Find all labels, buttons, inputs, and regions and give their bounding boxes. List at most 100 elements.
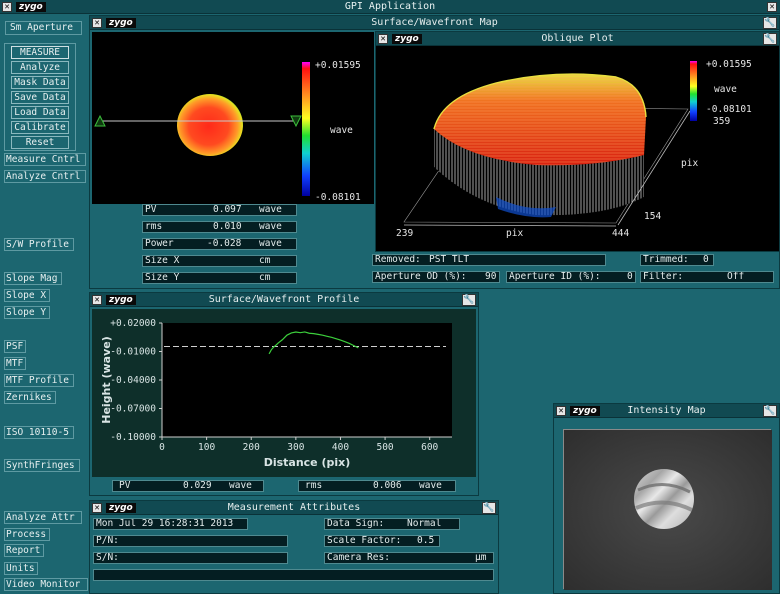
sidebar-item-mtf[interactable]: MTF: [4, 357, 26, 370]
oblique-close-icon[interactable]: ✕: [378, 34, 388, 44]
sidebar-item-sw-profile[interactable]: S/W Profile: [4, 238, 74, 251]
intensity-image[interactable]: [563, 429, 772, 590]
sidebar-item-synthfringes[interactable]: SynthFringes: [4, 459, 80, 472]
surface-map-scale-unit: wave: [330, 125, 353, 136]
aperture-id-field: Aperture ID (%): 0: [506, 271, 636, 283]
intensity-wrench-icon[interactable]: 🔧: [763, 405, 777, 417]
sidebar-item-slope-y[interactable]: Slope Y: [4, 306, 50, 319]
stat-rms-unit: wave: [259, 221, 282, 232]
filter-field: Filter: Off: [640, 271, 774, 283]
trimmed-label: Trimmed:: [643, 254, 689, 265]
oblique-y-axis-label: pix: [681, 158, 699, 169]
oblique-x-end-label: 444: [612, 228, 630, 239]
sidebar-item-measure-cntrl[interactable]: Measure Cntrl: [4, 153, 86, 166]
oblique-axis-x: [403, 224, 617, 227]
aperture-od-value: 90: [485, 271, 497, 282]
sidebar-item-psf[interactable]: PSF: [4, 340, 26, 353]
data-sign-field: Data Sign: Normal: [324, 518, 460, 530]
reset-button[interactable]: Reset: [11, 136, 69, 149]
surface-map-display[interactable]: +0.01595 wave -0.08101: [92, 32, 374, 204]
app-minimize-icon[interactable]: ✕: [767, 2, 777, 12]
app-close-icon[interactable]: ✕: [2, 2, 12, 12]
attributes-pn-field[interactable]: P/N:: [93, 535, 288, 547]
aperture-id-label: Aperture ID (%):: [509, 271, 601, 282]
oblique-y-top-label: 359: [713, 116, 731, 127]
stat-size-x-label: Size X: [145, 255, 180, 266]
stat-power-label: Power: [145, 238, 174, 249]
camera-res-field: Camera Res: µm: [324, 552, 494, 564]
intensity-title: Intensity Map: [627, 405, 706, 416]
attributes-close-icon[interactable]: ✕: [92, 503, 102, 513]
profile-panel: Surface/Wavefront Profile ✕ zygo 🔧 +0.02…: [89, 292, 479, 496]
surface-map-close-icon[interactable]: ✕: [92, 18, 102, 28]
profile-x-tick-label: 400: [332, 442, 349, 453]
scale-factor-field: Scale Factor: 0.5: [324, 535, 440, 547]
profile-pv-label: PV: [119, 480, 131, 491]
stat-size-y: Size Y cm: [142, 272, 297, 284]
surface-map-scale-max: +0.01595: [315, 60, 361, 71]
sidebar-item-mtf-profile[interactable]: MTF Profile: [4, 374, 74, 387]
sidebar-item-analyze-cntrl[interactable]: Analyze Cntrl: [4, 170, 86, 183]
stat-rms: rms 0.010 wave: [142, 221, 297, 233]
oblique-scale-max: +0.01595: [706, 59, 752, 70]
attributes-sn-field[interactable]: S/N:: [93, 552, 288, 564]
measure-button[interactable]: MEASURE: [11, 46, 69, 59]
profile-y-tick-label: -0.07000: [110, 404, 156, 415]
profile-close-icon[interactable]: ✕: [92, 295, 102, 305]
filter-label: Filter:: [643, 271, 684, 282]
surface-map-colorbar: [302, 62, 310, 196]
stat-pv-label: PV: [145, 204, 157, 215]
profile-title: Surface/Wavefront Profile: [208, 294, 360, 305]
removed-label: Removed:: [375, 254, 421, 265]
profile-rms-field: rms 0.006 wave: [298, 480, 456, 492]
profile-chart-area[interactable]: +0.02000 -0.01000 -0.04000 -0.07000 -0.10000…: [92, 309, 476, 477]
measure-group: MEASURE Analyze Mask Data Save Data Load…: [4, 43, 76, 151]
intensity-zygo-logo: zygo: [570, 406, 600, 416]
intensity-panel: Intensity Map ✕ zygo 🔧: [553, 403, 780, 594]
load-data-button[interactable]: Load Data: [11, 106, 69, 119]
data-sign-label: Data Sign:: [327, 518, 385, 529]
profile-x-tick-label: 0: [159, 442, 165, 453]
profile-x-tick-label: 600: [421, 442, 438, 453]
sidebar: Sm Aperture MEASURE Analyze Mask Data Sa…: [0, 15, 88, 594]
sidebar-item-report[interactable]: Report: [4, 544, 44, 557]
save-data-button[interactable]: Save Data: [11, 91, 69, 104]
surface-map-svg: [94, 62, 310, 196]
calibrate-button[interactable]: Calibrate: [11, 121, 69, 134]
sidebar-item-slope-mag[interactable]: Slope Mag: [4, 272, 62, 285]
sidebar-item-process[interactable]: Process: [4, 528, 50, 541]
camera-res-label: Camera Res:: [327, 552, 390, 563]
oblique-wrench-icon[interactable]: 🔧: [763, 33, 777, 45]
profile-x-tick-label: 100: [198, 442, 215, 453]
attributes-notes-field[interactable]: [93, 569, 494, 581]
removed-field: Removed: PST TLT: [372, 254, 606, 266]
profile-plot-background: [162, 323, 452, 437]
surface-map-wrench-icon[interactable]: 🔧: [763, 17, 777, 29]
removed-value: PST TLT: [429, 254, 470, 265]
oblique-plot-svg[interactable]: [376, 47, 780, 253]
oblique-title: Oblique Plot: [541, 33, 614, 44]
sidebar-item-analyze-attr[interactable]: Analyze Attr: [4, 511, 82, 524]
profile-zygo-logo: zygo: [106, 295, 136, 305]
sidebar-item-video-monitor[interactable]: Video Monitor: [4, 578, 88, 591]
sidebar-item-zernikes[interactable]: Zernikes: [4, 391, 56, 404]
profile-pv-value: 0.029: [183, 480, 212, 491]
sidebar-item-iso-10110-5[interactable]: ISO 10110-5: [4, 426, 74, 439]
mask-data-button[interactable]: Mask Data: [11, 76, 69, 89]
attributes-wrench-icon[interactable]: 🔧: [482, 502, 496, 514]
stat-rms-label: rms: [145, 221, 163, 232]
stat-pv: PV 0.097 wave: [142, 204, 297, 216]
profile-x-tick-label: 200: [243, 442, 260, 453]
oblique-scale-unit: wave: [714, 84, 737, 95]
sidebar-item-units[interactable]: Units: [4, 562, 38, 575]
stat-size-y-unit: cm: [259, 272, 271, 283]
surface-map-aperture: [177, 94, 243, 156]
intensity-close-icon[interactable]: ✕: [556, 406, 566, 416]
sm-aperture-button[interactable]: Sm Aperture: [5, 21, 82, 35]
sidebar-item-slope-x[interactable]: Slope X: [4, 289, 50, 302]
app-title: GPI Application: [344, 1, 436, 12]
scale-factor-label: Scale Factor:: [327, 535, 402, 546]
profile-wrench-icon[interactable]: 🔧: [462, 294, 476, 306]
profile-chart-svg: +0.02000 -0.01000 -0.04000 -0.07000 -0.10000…: [100, 318, 452, 469]
analyze-button[interactable]: Analyze: [11, 61, 69, 74]
